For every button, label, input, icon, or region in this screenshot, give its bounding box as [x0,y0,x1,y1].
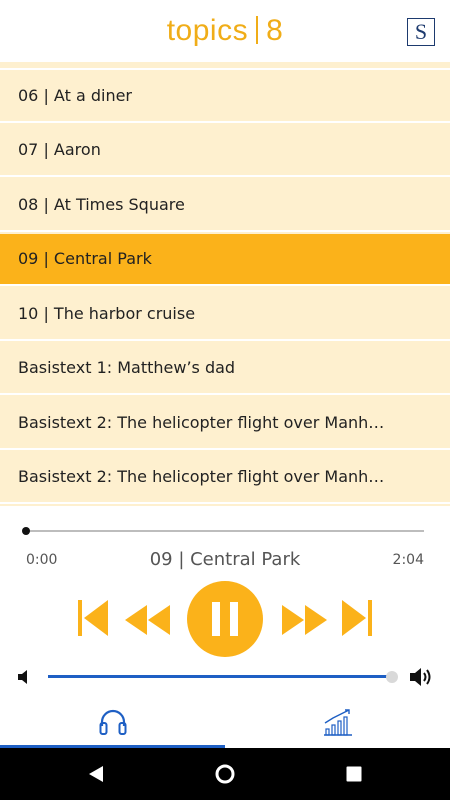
playback-controls [0,578,450,658]
fast-forward-icon[interactable] [281,605,327,639]
playlist-item-label: Basistext 2: The helicopter flight over … [18,467,388,487]
pause-button[interactable] [186,580,264,662]
speaker-high-icon[interactable] [408,666,434,692]
duration: 2:04 [392,552,424,568]
playlist-item-label: 07 | Aaron [18,140,101,160]
playlist-item-label: Basistext 1: Matthew’s dad [18,358,236,378]
progress-knob[interactable] [22,527,30,535]
playlist-item[interactable]: Basistext 2: The helicopter flight over … [0,451,450,504]
progress-track[interactable] [26,530,424,532]
playlist-item-label: Basistext 2: The helicopter flight over … [18,412,388,432]
volume-knob[interactable] [386,671,398,683]
logo-word: topics [166,14,249,47]
playlist-item-label: 09 | Central Park [18,249,152,269]
playlist-item[interactable]: 10 | The harbor cruise [0,288,450,341]
bottom-tabs [0,696,450,748]
pause-icon [187,581,263,657]
playlist-item[interactable]: 06 | At a diner [0,70,450,123]
now-playing-title: 09 | Central Park [149,549,301,570]
playlist-item[interactable]: 08 | At Times Square [0,179,450,232]
s-badge-button[interactable]: S [407,18,435,46]
app-header: topics 8 S [0,0,450,62]
playlist-item-label: 08 | At Times Square [18,194,185,214]
playlist-item-label: 06 | At a diner [18,85,132,105]
volume-track[interactable] [48,675,392,678]
playlist-item[interactable]: 09 | Central Park [0,233,450,286]
volume-row [0,662,450,692]
home-circle-icon[interactable] [205,748,245,800]
system-nav-bar [0,748,450,800]
playlist-item[interactable]: Basistext 1: Matthew’s dad [0,342,450,395]
list-top-divider [0,62,450,70]
logo-separator [256,16,259,44]
playlist-item[interactable]: 07 | Aaron [0,124,450,177]
playlist-item-label: 10 | The harbor cruise [18,303,196,323]
tab-audio[interactable] [0,696,225,748]
back-triangle-icon[interactable] [76,748,116,800]
tab-stats[interactable] [225,696,450,748]
playlist-item[interactable]: Basistext 2: The helicopter flight over … [0,397,450,450]
skip-to-end-icon[interactable] [340,598,372,642]
recents-square-icon[interactable] [334,748,374,800]
speaker-low-icon[interactable] [16,669,32,689]
playlist: 06 | At a diner 07 | Aaron 08 | At Times S… [0,62,450,506]
headphones-icon [99,709,126,735]
logo-number: 8 [266,14,284,47]
skip-to-start-icon[interactable] [78,598,110,642]
rewind-icon[interactable] [125,605,171,639]
app-logo: topics 8 [0,14,450,48]
chart-growth-icon [323,709,352,736]
